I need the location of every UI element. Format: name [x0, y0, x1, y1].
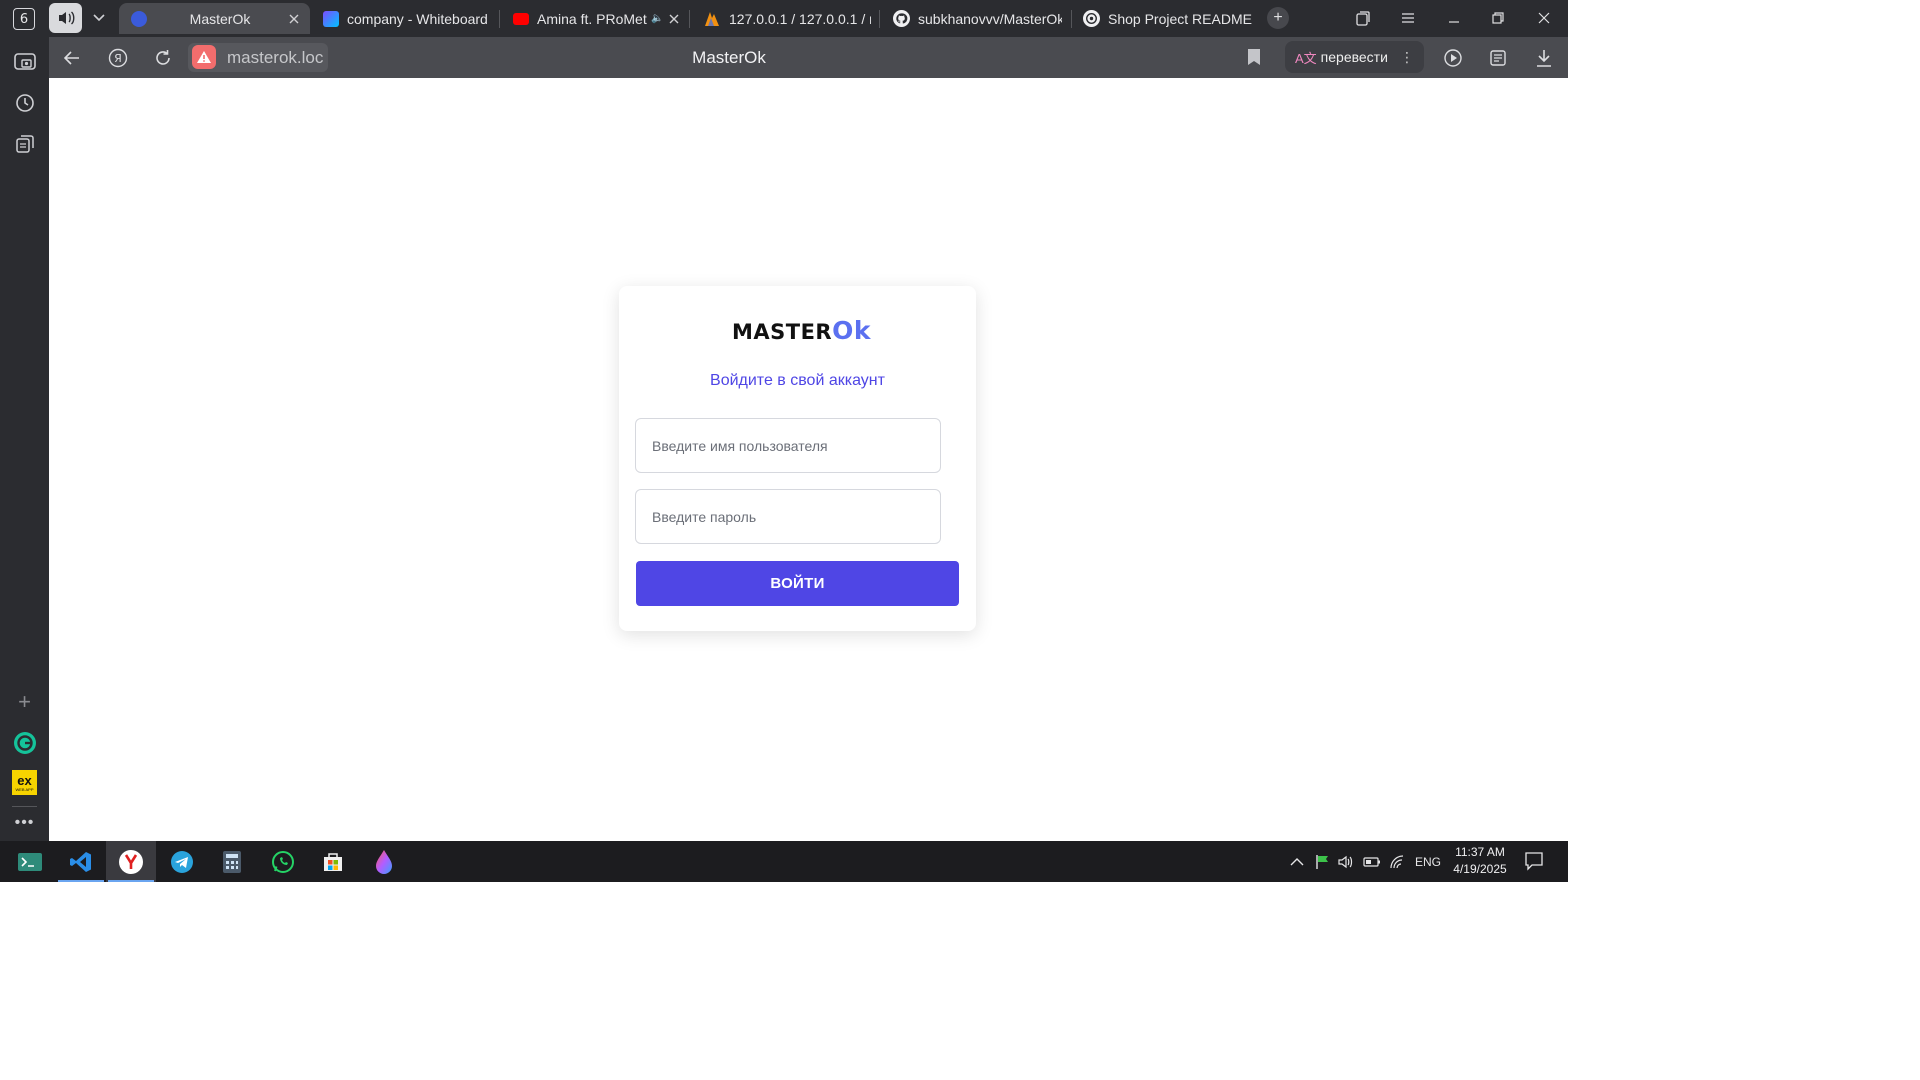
calculator-icon[interactable]: [207, 841, 257, 882]
tab-phpmyadmin[interactable]: 127.0.0.1 / 127.0.0.1 / ma: [691, 3, 879, 34]
close-window-icon[interactable]: [1532, 6, 1556, 30]
tab-youtube[interactable]: Amina ft. PRoMete 🔈: [501, 3, 689, 34]
notification-center-icon[interactable]: [1524, 851, 1544, 871]
flag-icon[interactable]: [1315, 841, 1331, 882]
clock-time: 11:37 AM: [1455, 845, 1505, 859]
download-icon[interactable]: [1531, 45, 1557, 71]
logo-text-master: MASTER: [731, 320, 833, 344]
language-indicator[interactable]: ENG: [1415, 841, 1441, 882]
wifi-icon[interactable]: [1389, 841, 1405, 882]
screen: 6 + ex WEB APP ••• MasterOk company - Wh…: [0, 0, 1568, 882]
logo-text-ok: Ok: [832, 316, 871, 345]
translate-icon: A文: [1295, 50, 1317, 66]
tab-title: MasterOk: [189, 10, 251, 27]
tab-divider: [689, 10, 690, 28]
sidebar-divider: [12, 806, 37, 807]
whiteboard-favicon-icon: [323, 10, 339, 27]
speaker-icon: [58, 11, 74, 25]
tab-whiteboard[interactable]: company - Whiteboard: [311, 3, 501, 34]
chevron-down-icon: [93, 14, 105, 22]
vscode-icon[interactable]: [56, 841, 106, 882]
page-content: MASTEROk Войдите в свой аккаунт ВОЙТИ: [49, 78, 1568, 841]
sound-toggle-button[interactable]: [49, 3, 82, 33]
battery-icon[interactable]: [1363, 841, 1381, 882]
screenshot-icon[interactable]: [12, 48, 37, 73]
youtube-favicon-icon: [513, 12, 529, 25]
tab-title: Amina ft. PRoMete: [537, 10, 647, 27]
minimize-icon[interactable]: [1442, 6, 1466, 30]
restore-icon[interactable]: [1486, 6, 1510, 30]
translate-label: перевести: [1320, 49, 1388, 65]
page-title: MasterOk: [692, 48, 766, 67]
bookmark-icon[interactable]: [1247, 48, 1261, 66]
masterok-logo: MASTEROk: [619, 316, 984, 345]
tab-github[interactable]: subkhanovvv/MasterOk: [881, 3, 1071, 34]
tab-list-dropdown[interactable]: [85, 3, 113, 33]
tab-masterok[interactable]: MasterOk: [119, 3, 310, 34]
terminal-icon[interactable]: [5, 841, 55, 882]
login-subtitle: Войдите в свой аккаунт: [710, 372, 885, 389]
add-icon[interactable]: +: [12, 689, 37, 714]
microsoft-store-icon[interactable]: [308, 841, 358, 882]
tab-divider: [879, 10, 880, 28]
yandex-browser-icon[interactable]: [106, 841, 156, 882]
login-card: MASTEROk Войдите в свой аккаунт ВОЙТИ: [619, 286, 976, 631]
menu-hamburger-icon[interactable]: [1396, 6, 1420, 30]
tab-title: company - Whiteboard: [347, 10, 488, 27]
drop-app-icon[interactable]: [359, 841, 409, 882]
tab-title: 127.0.0.1 / 127.0.0.1 / ma: [729, 10, 871, 27]
more-icon[interactable]: •••: [12, 810, 37, 835]
system-clock[interactable]: 11:37 AM 4/19/2025: [1447, 844, 1513, 878]
address-bar-row: Я masterok.loc MasterOk A文 перевести ⋮: [49, 37, 1568, 78]
ex-logo-label: ex: [17, 772, 32, 788]
github-favicon-icon: [893, 10, 910, 27]
ex-web-app-icon[interactable]: ex WEB APP: [12, 770, 37, 795]
reader-mode-icon[interactable]: [1485, 45, 1511, 71]
close-icon[interactable]: [289, 14, 299, 24]
audio-playing-icon[interactable]: 🔈: [651, 13, 663, 24]
kebab-menu-icon[interactable]: ⋮: [1400, 49, 1414, 66]
volume-icon[interactable]: [1338, 841, 1354, 882]
close-icon[interactable]: [669, 14, 679, 24]
openai-favicon-icon: [1083, 10, 1100, 27]
telegram-icon[interactable]: [157, 841, 207, 882]
translate-button[interactable]: A文 перевести ⋮: [1285, 41, 1424, 73]
history-clock-icon[interactable]: [12, 90, 37, 115]
show-hidden-icons-chevron-icon[interactable]: [1290, 841, 1304, 882]
video-player-icon[interactable]: [1441, 45, 1467, 71]
username-input[interactable]: [635, 418, 941, 473]
tab-panel-icon[interactable]: [1351, 6, 1375, 30]
collections-icon[interactable]: [12, 131, 37, 156]
masterok-favicon-icon: [131, 10, 147, 27]
tab-title: Shop Project README.m: [1108, 10, 1252, 27]
login-button[interactable]: ВОЙТИ: [636, 561, 959, 606]
tab-title: subkhanovvv/MasterOk: [918, 10, 1062, 27]
grammarly-icon[interactable]: [12, 730, 37, 755]
phpmyadmin-favicon-icon: [705, 11, 719, 26]
new-tab-button[interactable]: +: [1267, 7, 1289, 29]
windows-taskbar: ENG 11:37 AM 4/19/2025: [0, 841, 1568, 882]
browser-sidebar: 6 + ex WEB APP •••: [0, 0, 49, 841]
tab-count-badge[interactable]: 6: [13, 8, 35, 30]
tab-strip: MasterOk company - Whiteboard Amina ft. …: [49, 0, 1568, 37]
ex-logo-sublabel: WEB APP: [15, 786, 34, 792]
password-input[interactable]: [635, 489, 941, 544]
tab-divider: [499, 10, 500, 28]
whatsapp-icon[interactable]: [258, 841, 308, 882]
tab-chatgpt[interactable]: Shop Project README.m: [1071, 3, 1261, 34]
clock-date: 4/19/2025: [1453, 862, 1507, 876]
